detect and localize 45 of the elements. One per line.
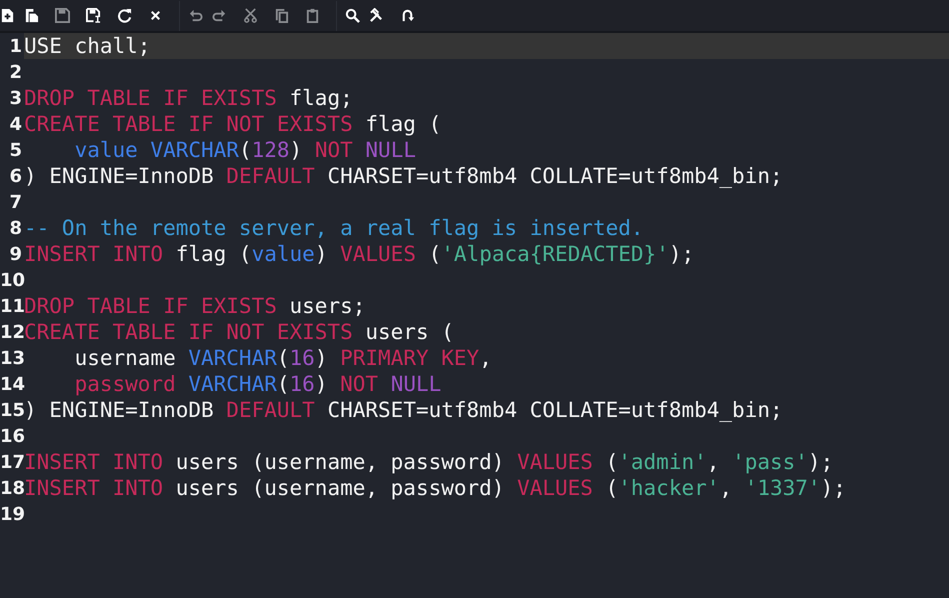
code-line: password VARCHAR(16) NOT NULL: [74, 371, 442, 397]
code-line: USE chall;: [24, 33, 150, 59]
line-number: 15: [0, 400, 22, 420]
line-number: 9: [8, 244, 22, 264]
code-line: username VARCHAR(16) PRIMARY KEY,: [74, 345, 492, 371]
line-number: 16: [0, 426, 22, 446]
redo-icon: [212, 8, 227, 23]
reload-icon: [117, 8, 132, 23]
line-number: 13: [0, 348, 22, 368]
hammer-icon: [369, 8, 384, 23]
code-line: CREATE TABLE IF NOT EXISTS flag (: [24, 111, 442, 137]
code-line: INSERT INTO flag (value) VALUES ('Alpaca{REDACTED}');: [24, 241, 694, 267]
line-number: 12: [0, 322, 22, 342]
curved-arrow-icon: [400, 8, 415, 23]
line-number: 6: [8, 166, 22, 186]
code-line: DROP TABLE IF EXISTS users;: [24, 293, 366, 319]
line-number: 4: [8, 114, 22, 134]
clipboard-icon: [305, 8, 320, 23]
code-line: value VARCHAR(128) NOT NULL: [74, 137, 416, 163]
code-line: INSERT INTO users (username, password) VALUES ('admin', 'pass');: [24, 449, 834, 475]
copy-icon: [274, 8, 289, 23]
line-number: 1: [8, 36, 22, 56]
line-number: 3: [8, 88, 22, 108]
search-icon: [345, 8, 360, 23]
save-icon: [55, 8, 70, 23]
code-line: -- On the remote server, a real flag is inserted.: [24, 215, 644, 241]
line-number: 8: [8, 218, 22, 238]
undo-icon: [188, 8, 203, 23]
code-line: CREATE TABLE IF NOT EXISTS users (: [24, 319, 454, 345]
line-number: 10: [0, 270, 22, 290]
line-number: 14: [0, 374, 22, 394]
line-number: 19: [0, 504, 22, 524]
save-as-icon: [86, 8, 101, 23]
line-number: 2: [8, 62, 22, 82]
line-number: 5: [8, 140, 22, 160]
line-number: 7: [8, 192, 22, 212]
code-line: DROP TABLE IF EXISTS flag;: [24, 85, 353, 111]
line-number: 17: [0, 452, 22, 472]
line-number: 18: [0, 478, 22, 498]
code-line: ) ENGINE=InnoDB DEFAULT CHARSET=utf8mb4 COLLATE=utf8mb4_bin;: [24, 397, 783, 423]
scissors-icon: [243, 8, 258, 23]
line-number: 11: [0, 296, 22, 316]
copy-file-icon: [24, 8, 39, 23]
code-line: INSERT INTO users (username, password) VALUES ('hacker', '1337');: [24, 475, 846, 501]
code-line: ) ENGINE=InnoDB DEFAULT CHARSET=utf8mb4 COLLATE=utf8mb4_bin;: [24, 163, 783, 189]
